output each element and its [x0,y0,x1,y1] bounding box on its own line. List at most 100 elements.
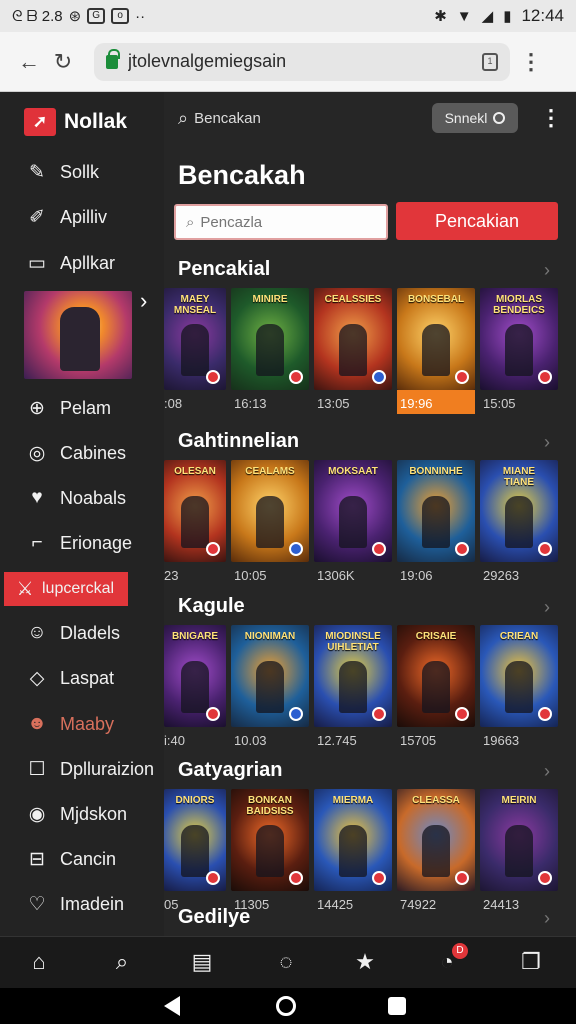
game-tile[interactable]: CRISAIE [397,625,475,727]
chat-bubble-icon[interactable]: ◌ [271,947,301,977]
pages-icon[interactable]: ❐ [516,947,546,977]
game-tile[interactable]: MIORLAS BENDEICS [480,288,558,390]
game-tile[interactable]: NIONIMAN [231,625,309,727]
search-icon[interactable]: ⌕ [178,108,188,129]
search-button[interactable]: Pencakian [396,202,558,240]
system-home-icon[interactable] [276,996,296,1016]
sidebar-item[interactable]: ☐ Dplluraizion [0,749,164,789]
swords-icon: ⚔ [16,578,34,600]
lock-icon [106,48,120,69]
game-tile[interactable]: BONKAN BAIDSISS [231,789,309,891]
sidebar-item[interactable]: ✐ Apilliv [0,197,164,237]
sidebar-item[interactable]: ◎ Cabines [0,433,164,473]
sidebar-item[interactable]: ◉ Mjdskon [0,794,164,834]
game-tile[interactable]: MAEY MNSEAL [164,288,226,390]
search-field[interactable]: ⌕ [174,204,388,240]
play-badge-icon [372,871,386,885]
game-tile[interactable]: MIERMA [314,789,392,891]
brand-name: Nollak [64,110,128,133]
game-tile-title: MIANE TIANE [502,466,536,488]
game-tile[interactable]: CEALSSIES [314,288,392,390]
play-badge-icon [455,707,469,721]
chevron-right-icon[interactable]: › [544,908,550,929]
game-tile-caption: 12.745 [317,733,357,748]
mask-icon: ☻ [27,713,47,734]
sidebar-item[interactable]: ⌐ Erionage [0,523,164,563]
game-tile-title: CRISAIE [415,631,457,642]
top-pill-button[interactable]: Snnekl [432,103,518,133]
kebab-menu-icon[interactable]: ⋮ [520,49,542,75]
game-tile[interactable]: MINIRE [231,288,309,390]
sidebar-item[interactable]: ♡ Imadein [0,884,164,924]
game-tile-title: MIODINSLE UIHLETIAT [325,631,381,653]
tabs-icon[interactable]: 1 [482,52,498,71]
sidebar-item-label: Erionage [60,532,133,553]
game-tile[interactable]: MIODINSLE UIHLETIAT [314,625,392,727]
character-figure [256,496,284,548]
sidebar-item[interactable]: ▭ Apllkar [0,243,164,283]
game-tile-title: MIORLAS BENDEICS [493,294,545,316]
sidebar-item[interactable]: ⊟ Cancin [0,839,164,879]
sidebar-item[interactable]: ◇ Laspat [0,658,164,698]
sidebar-item-active[interactable]: ⚔ lupcerckal [4,572,128,606]
game-tile[interactable]: MIANE TIANE [480,460,558,562]
character-figure [505,825,533,877]
address-bar[interactable]: jtolevnalgemiegsain 1 [94,42,510,81]
top-search-label[interactable]: Bencakan [194,110,261,127]
game-tile-title: MEIRIN [501,795,537,806]
kebab-menu-icon[interactable]: ⋮ [540,105,562,131]
back-arrow-icon[interactable]: ← [12,45,46,79]
signal-icon: ◢ [481,7,494,25]
sidebar-item[interactable]: ⊕ Pelam [0,388,164,428]
game-tile[interactable]: BONSEBAL [397,288,475,390]
play-badge-icon [372,707,386,721]
game-tile[interactable]: DNIORS [164,789,226,891]
page-title: Bencakah [178,160,306,190]
chevron-right-icon[interactable]: › [544,761,550,782]
app-root: ᘓ ᗷ 2.8 ⊛ G o ·· ✱ ▼ ◢ ▮ 12:44 ← ↻ jtole… [0,0,576,1024]
game-tile[interactable]: MEIRIN [480,789,558,891]
sidebar-item[interactable]: ✎ Sollk [0,152,164,192]
reload-icon[interactable]: ↻ [46,45,80,79]
featured-thumbnail[interactable] [24,291,132,379]
game-tile[interactable]: BNIGARE [164,625,226,727]
chevron-right-icon[interactable]: › [544,260,550,281]
game-tile[interactable]: CRIEAN [480,625,558,727]
chat-icon: ☺ [27,622,47,643]
home-icon[interactable]: ⌂ [24,947,54,977]
game-tile-title: DNIORS [175,795,215,806]
brand[interactable]: ➚ Nollak [24,108,127,136]
chevron-right-icon[interactable]: › [140,288,147,314]
game-tile[interactable]: OLESAN [164,460,226,562]
sidebar-item-label: Pelam [60,397,112,418]
play-badge-icon [289,370,303,384]
character-figure [422,825,450,877]
game-tile-caption: 10.03 [234,733,267,748]
game-tile-title: MAEY MNSEAL [173,294,217,316]
chevron-right-icon[interactable]: › [544,597,550,618]
chevron-right-icon[interactable]: › [544,432,550,453]
refresh-icon: ◎ [28,442,46,464]
library-icon[interactable]: ▤ [187,947,217,977]
sidebar-item[interactable]: ☺ Dladels [0,613,164,653]
game-tile[interactable]: CLEASSA [397,789,475,891]
game-tile-caption: 29263 [483,568,520,583]
character-figure [339,661,367,713]
status-right: ✱ ▼ ◢ ▮ 12:44 [434,6,564,26]
search-icon[interactable]: ⌕ [107,947,137,977]
tag-icon: ◇ [29,667,45,689]
notifications-icon[interactable]: ◔ D [432,943,468,977]
game-row: MAEY MNSEAL:08 MINIRE 16:13 CEALSSIES 13:05 B… [164,288,576,416]
sidebar-item[interactable]: ♥ Noabals [0,478,164,518]
game-tile[interactable]: BONNINHE [397,460,475,562]
star-icon[interactable]: ★ [350,947,380,977]
game-tile[interactable]: MOKSAAT [314,460,392,562]
system-recents-icon[interactable] [388,997,406,1015]
system-back-icon[interactable] [164,996,180,1016]
sidebar-item[interactable]: ☻ Maaby [0,704,164,744]
game-tile[interactable]: CEALAMS [231,460,309,562]
system-navigation [0,988,576,1024]
game-tile-caption: 19:96 [400,396,433,411]
character-figure [505,324,533,376]
search-input[interactable] [200,213,371,231]
